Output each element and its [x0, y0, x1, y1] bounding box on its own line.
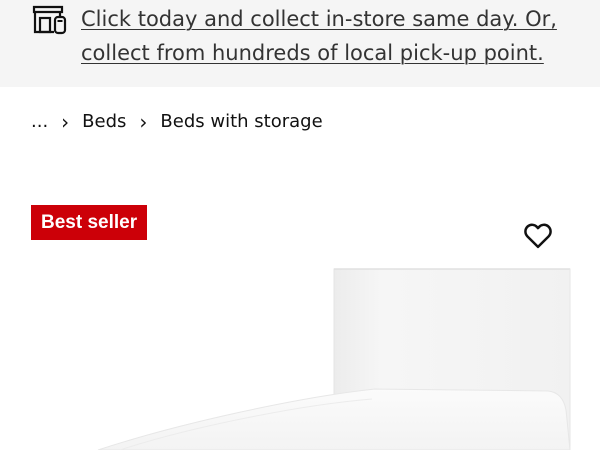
- breadcrumb-ellipsis[interactable]: ...: [31, 108, 48, 136]
- mattress: [97, 388, 571, 450]
- heart-icon: [524, 223, 552, 249]
- bed-image[interactable]: [0, 265, 600, 450]
- favorite-button[interactable]: [518, 215, 558, 255]
- click-collect-link[interactable]: Click today and collect in-store same da…: [81, 2, 591, 70]
- click-collect-banner: Click today and collect in-store same da…: [0, 0, 600, 87]
- best-seller-badge: Best seller: [31, 205, 148, 240]
- chevron-right-icon: ›: [139, 110, 148, 134]
- breadcrumb-beds[interactable]: Beds: [82, 108, 126, 136]
- store-pickup-icon: [32, 5, 67, 35]
- breadcrumb: ... › Beds › Beds with storage: [31, 108, 323, 136]
- breadcrumb-beds-with-storage[interactable]: Beds with storage: [160, 108, 322, 136]
- chevron-right-icon: ›: [61, 110, 70, 134]
